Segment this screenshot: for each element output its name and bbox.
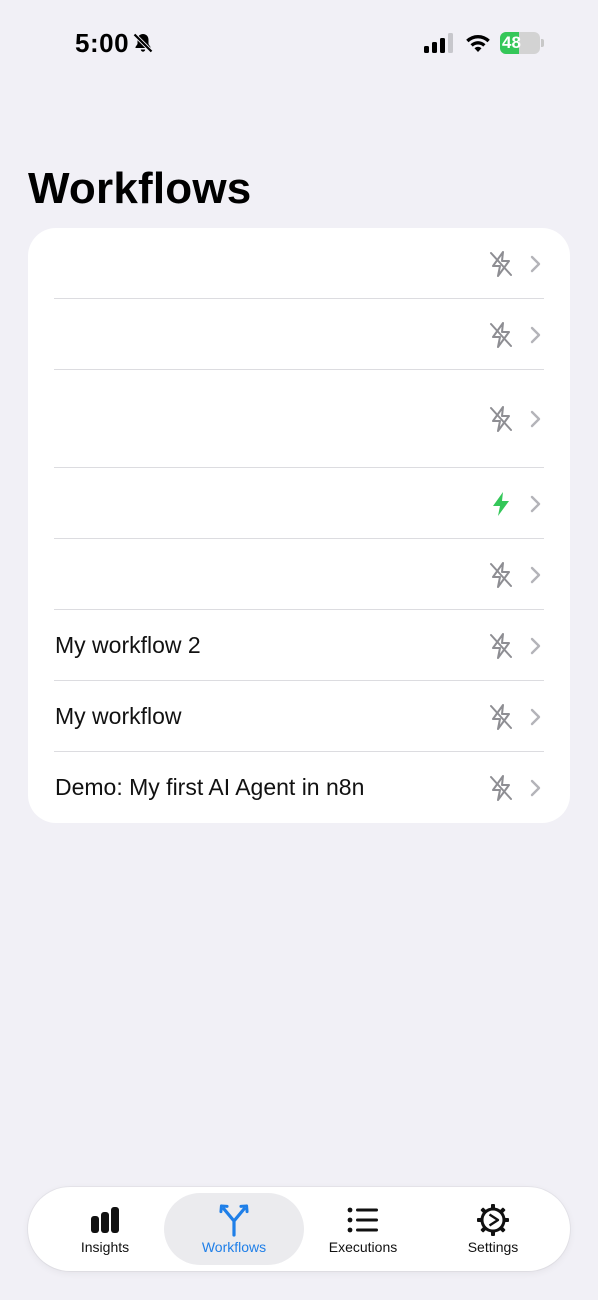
chevron-right-icon — [530, 326, 541, 343]
bolt-slash-icon — [490, 561, 512, 588]
workflow-list: My workflow 2 My workflow Demo: My first A… — [28, 228, 570, 823]
chevron-right-icon — [530, 566, 541, 583]
wifi-icon — [466, 35, 490, 52]
workflow-branch-icon — [219, 1204, 249, 1237]
workflow-row[interactable] — [28, 468, 570, 539]
tab-bar: Insights Workflows Executions Settings — [28, 1187, 570, 1271]
battery-percentage: 48 — [502, 33, 521, 52]
bolt-slash-icon — [490, 774, 512, 801]
workflow-row[interactable] — [28, 299, 570, 370]
signal-icon — [424, 33, 453, 53]
tab-settings[interactable]: Settings — [423, 1193, 563, 1265]
workflow-row[interactable]: Demo: My first AI Agent in n8n — [28, 752, 570, 823]
tab-executions[interactable]: Executions — [293, 1193, 433, 1265]
gear-icon — [477, 1204, 509, 1236]
page-title: Workflows — [28, 164, 252, 213]
tab-executions-label: Executions — [328, 1239, 398, 1255]
status-time: 5:00 — [75, 28, 130, 58]
tab-settings-label: Settings — [467, 1239, 519, 1255]
bolt-slash-icon — [490, 703, 512, 730]
bell-off-icon — [132, 32, 154, 54]
bolt-slash-icon — [490, 250, 512, 277]
chevron-right-icon — [530, 495, 541, 512]
bolt-slash-icon — [490, 632, 512, 659]
bolt-icon — [493, 491, 509, 516]
bolt-slash-icon — [490, 406, 512, 432]
workflow-row[interactable] — [28, 228, 570, 299]
bolt-slash-icon — [490, 321, 512, 348]
tab-insights[interactable]: Insights — [35, 1193, 175, 1265]
chevron-right-icon — [530, 779, 541, 796]
chevron-right-icon — [530, 637, 541, 654]
chevron-right-icon — [530, 410, 541, 428]
workflow-row[interactable] — [28, 539, 570, 610]
bar-chart-icon — [91, 1207, 119, 1233]
tab-workflows[interactable]: Workflows — [164, 1193, 304, 1265]
tab-workflows-label: Workflows — [201, 1239, 267, 1255]
tab-insights-label: Insights — [80, 1239, 130, 1255]
workflow-row[interactable]: My workflow — [28, 681, 570, 752]
workflow-row[interactable]: My workflow 2 — [28, 610, 570, 681]
chevron-right-icon — [530, 708, 541, 725]
list-icon — [347, 1207, 378, 1233]
workflow-row[interactable] — [28, 370, 570, 468]
battery-icon: 48 — [500, 32, 544, 54]
chevron-right-icon — [530, 255, 541, 272]
status-bar: 5:00 48 — [0, 0, 598, 90]
